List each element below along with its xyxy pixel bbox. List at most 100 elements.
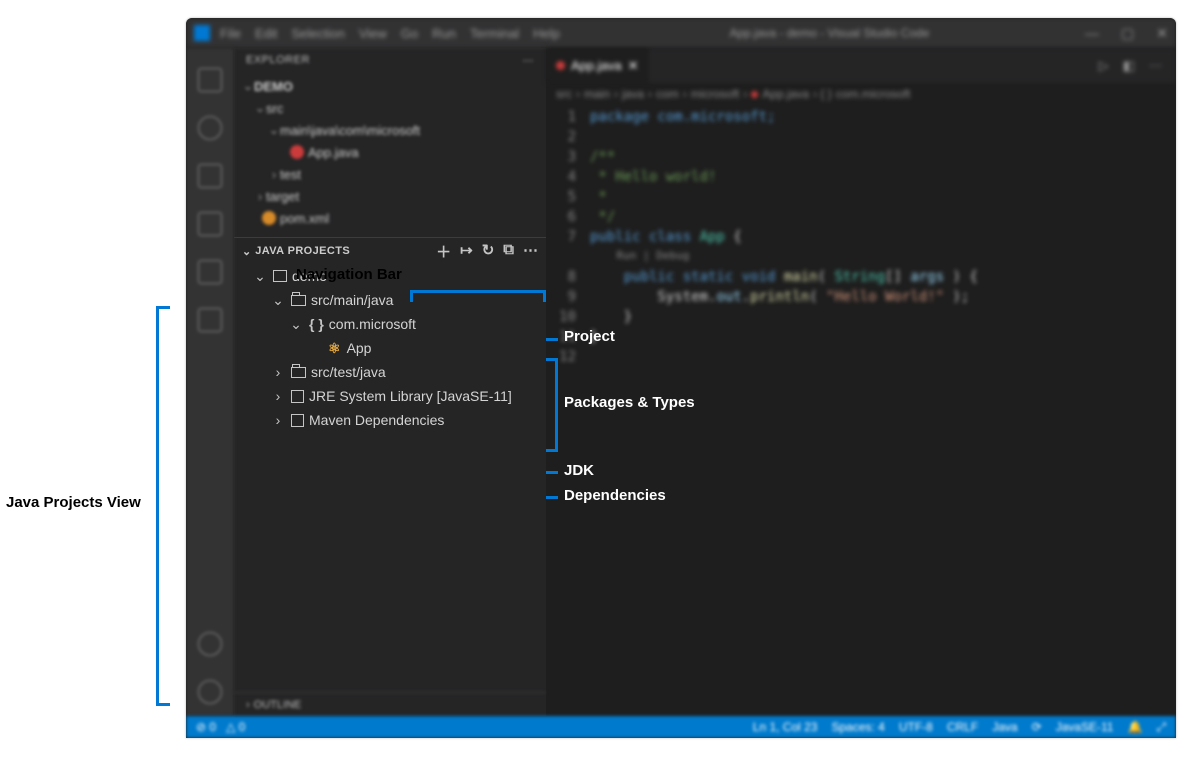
minimize-icon[interactable]: — (1085, 25, 1099, 42)
menu-selection[interactable]: Selection (291, 26, 344, 41)
editor-area: App.java ✕ ▷ ◧ ⋯ src › main › java › com… (546, 48, 1176, 716)
explorer-header: EXPLORER ⋯ (234, 48, 546, 73)
split-editor-icon[interactable]: ◧ (1123, 58, 1135, 74)
outline-header[interactable]: › OUTLINE (234, 692, 546, 716)
jp-jre[interactable]: ›JRE System Library [JavaSE-11] (234, 384, 546, 408)
outline-title: OUTLINE (254, 699, 302, 711)
tick-deps (546, 496, 558, 499)
explorer-test-label: test (280, 167, 301, 182)
jp-src-test[interactable]: ›src/test/java (234, 360, 546, 384)
refresh-icon[interactable]: ↻ (482, 241, 495, 262)
explorer-root[interactable]: ⌄DEMO (234, 75, 546, 97)
bc-0: src (556, 87, 572, 101)
bc-6: com.microsoft (836, 87, 911, 101)
status-fullscreen-icon[interactable]: ⤢ (1156, 720, 1166, 735)
jp-class-label: App (347, 340, 372, 356)
jp-maven[interactable]: ›Maven Dependencies (234, 408, 546, 432)
more-actions-icon[interactable]: ⋯ (523, 241, 538, 262)
java-projects-actions: ＋ ↦ ↻ ⧉ ⋯ (436, 241, 538, 262)
source-folder-icon (291, 367, 306, 378)
explorer-icon[interactable] (198, 68, 222, 92)
extensions-icon[interactable] (198, 260, 222, 284)
tab-app-java[interactable]: App.java ✕ (546, 48, 649, 83)
source-folder-icon (291, 295, 306, 306)
menu-help[interactable]: Help (533, 26, 560, 41)
breadcrumb[interactable]: src › main › java › com › microsoft › Ap… (546, 83, 1176, 105)
testing-icon[interactable] (198, 308, 222, 332)
codelens-run-debug[interactable]: Run | Debug (617, 249, 690, 262)
vscode-logo-icon (194, 25, 210, 41)
status-spaces[interactable]: Spaces: 4 (831, 720, 884, 735)
java-projects-header[interactable]: ⌄ JAVA PROJECTS ＋ ↦ ↻ ⧉ ⋯ (234, 238, 546, 264)
explorer-path[interactable]: ⌄main\java\com\microsoft (234, 119, 546, 141)
java-projects-title: JAVA PROJECTS (255, 245, 350, 257)
bc-2: java (622, 87, 644, 101)
run-icon[interactable]: ▷ (1099, 58, 1109, 74)
jp-package[interactable]: ⌄{ }com.microsoft (234, 312, 546, 336)
jp-jre-label: JRE System Library [JavaSE-11] (309, 388, 512, 404)
jp-src-test-label: src/test/java (311, 364, 386, 380)
bc-1: main (584, 87, 610, 101)
settings-gear-icon[interactable] (198, 680, 222, 704)
bc-5: App.java (762, 87, 809, 101)
status-warnings[interactable]: △ 0 (226, 720, 245, 734)
source-control-icon[interactable] (198, 164, 222, 188)
explorer-app[interactable]: App.java (234, 141, 546, 163)
menu-go[interactable]: Go (401, 26, 418, 41)
explorer-target[interactable]: ›target (234, 185, 546, 207)
bracket-packages (546, 358, 558, 452)
bc-3: com (656, 87, 679, 101)
java-file-icon (751, 91, 758, 98)
menu-file[interactable]: File (220, 26, 241, 41)
explorer-pom-label: pom.xml (280, 211, 329, 226)
status-notifications-icon[interactable]: 🔔 (1127, 720, 1142, 735)
tick-jdk (546, 471, 558, 474)
status-language[interactable]: Java (992, 720, 1017, 735)
run-debug-icon[interactable] (198, 212, 222, 236)
status-java-runtime[interactable]: JavaSE-11 (1056, 720, 1114, 735)
label-packages: Packages & Types (564, 394, 695, 411)
bracket-java-projects-view (156, 306, 170, 706)
menu-terminal[interactable]: Terminal (470, 26, 519, 41)
java-projects-panel: ⌄ JAVA PROJECTS ＋ ↦ ↻ ⧉ ⋯ ⌄demo ⌄src/mai… (234, 237, 546, 692)
explorer-tree: ⌄DEMO ⌄src ⌄main\java\com\microsoft App.… (234, 73, 546, 237)
close-icon[interactable]: ✕ (1156, 25, 1168, 42)
search-icon[interactable] (198, 116, 222, 140)
menu-edit[interactable]: Edit (255, 26, 277, 41)
project-icon (273, 270, 287, 282)
status-encoding[interactable]: UTF-8 (899, 720, 933, 735)
accounts-icon[interactable] (198, 632, 222, 656)
status-bar: ⊘ 0 △ 0 Ln 1, Col 23 Spaces: 4 UTF-8 CRL… (186, 716, 1176, 738)
chevron-down-icon: ⌄ (242, 245, 251, 258)
title-bar: File Edit Selection View Go Run Terminal… (186, 18, 1176, 48)
jp-class[interactable]: ⚛App (234, 336, 546, 360)
java-file-icon (556, 61, 565, 70)
label-deps: Dependencies (564, 487, 666, 504)
export-jar-icon[interactable]: ↦ (460, 241, 473, 262)
bracket-nav-bar (410, 290, 546, 302)
status-eol[interactable]: CRLF (947, 720, 978, 735)
status-errors[interactable]: ⊘ 0 (196, 720, 216, 734)
new-project-icon[interactable]: ＋ (436, 241, 451, 262)
library-icon (291, 390, 304, 403)
maximize-icon[interactable]: ▢ (1121, 25, 1134, 42)
status-feedback-icon[interactable]: ⟳ (1032, 720, 1042, 735)
code-content: package com.microsoft; /** * Hello world… (590, 109, 1176, 716)
explorer-more-icon[interactable]: ⋯ (523, 54, 535, 67)
explorer-test[interactable]: ›test (234, 163, 546, 185)
label-java-projects-view: Java Projects View (6, 494, 141, 511)
explorer-src[interactable]: ⌄src (234, 97, 546, 119)
library-icon (291, 414, 304, 427)
side-panel: EXPLORER ⋯ ⌄DEMO ⌄src ⌄main\java\com\mic… (234, 48, 546, 716)
menu-run[interactable]: Run (432, 26, 456, 41)
menu-view[interactable]: View (359, 26, 387, 41)
status-lncol[interactable]: Ln 1, Col 23 (753, 720, 818, 735)
explorer-pom[interactable]: pom.xml (234, 207, 546, 229)
collapse-all-icon[interactable]: ⧉ (503, 241, 514, 262)
explorer-target-label: target (266, 189, 299, 204)
label-nav-bar: Navigation Bar (296, 266, 402, 283)
xml-file-icon (262, 211, 276, 225)
tab-close-icon[interactable]: ✕ (628, 58, 639, 74)
editor-more-icon[interactable]: ⋯ (1149, 58, 1162, 74)
jp-src-main-label: src/main/java (311, 292, 393, 308)
